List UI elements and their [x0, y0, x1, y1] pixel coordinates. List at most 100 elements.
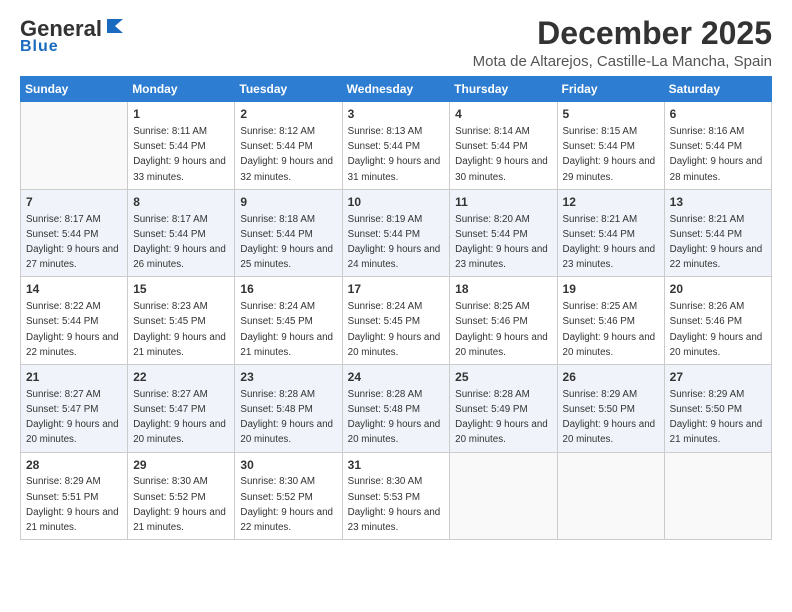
calendar-cell: 2Sunrise: 8:12 AMSunset: 5:44 PMDaylight…	[235, 102, 342, 190]
location: Mota de Altarejos, Castille-La Mancha, S…	[473, 53, 772, 70]
day-number: 6	[670, 106, 766, 123]
calendar-week-row: 28 Sunrise: 8:29 AMSunset: 5:51 PMDayligh…	[21, 452, 772, 540]
calendar-cell: 24 Sunrise: 8:28 AMSunset: 5:48 PMDayligh…	[342, 365, 450, 453]
day-number: 22	[133, 369, 229, 386]
calendar-cell: 21 Sunrise: 8:27 AMSunset: 5:47 PMDayligh…	[21, 365, 128, 453]
logo-flag-icon	[105, 15, 127, 37]
day-info: Sunrise: 8:25 AMSunset: 5:46 PMDaylight:…	[563, 301, 656, 358]
day-info: Sunrise: 8:21 AMSunset: 5:44 PMDaylight:…	[670, 214, 763, 271]
logo: General Blue	[20, 16, 127, 56]
header: General Blue December 2025 Mota de Altar…	[20, 16, 772, 70]
calendar-week-row: 1 Sunrise: 8:11 AMSunset: 5:44 PMDaylight…	[21, 102, 772, 190]
day-number: 25	[455, 369, 551, 386]
calendar-week-row: 7 Sunrise: 8:17 AMSunset: 5:44 PMDaylight…	[21, 189, 772, 277]
day-info: Sunrise: 8:28 AMSunset: 5:49 PMDaylight:…	[455, 389, 548, 446]
day-info: Sunrise: 8:23 AMSunset: 5:45 PMDaylight:…	[133, 301, 226, 358]
day-info: Sunrise: 8:29 AMSunset: 5:50 PMDaylight:…	[563, 389, 656, 446]
day-number: 26	[563, 369, 659, 386]
day-number: 20	[670, 281, 766, 298]
calendar-cell: 14 Sunrise: 8:22 AMSunset: 5:44 PMDayligh…	[21, 277, 128, 365]
day-info: Sunrise: 8:21 AMSunset: 5:44 PMDaylight:…	[563, 214, 656, 271]
day-info: Sunrise: 8:18 AMSunset: 5:44 PMDaylight:…	[240, 214, 333, 271]
day-number: 7	[26, 194, 122, 211]
day-number: 11	[455, 194, 551, 211]
day-info: Sunrise: 8:24 AMSunset: 5:45 PMDaylight:…	[348, 301, 441, 358]
day-info: Sunrise: 8:30 AMSunset: 5:52 PMDaylight:…	[133, 476, 226, 533]
day-info: Sunrise: 8:22 AMSunset: 5:44 PMDaylight:…	[26, 301, 119, 358]
day-info: Sunrise: 8:12 AMSunset: 5:44 PMDaylight:…	[240, 126, 333, 183]
col-wednesday: Wednesday	[342, 77, 450, 102]
day-number: 18	[455, 281, 551, 298]
col-saturday: Saturday	[664, 77, 771, 102]
col-friday: Friday	[557, 77, 664, 102]
calendar-cell: 30 Sunrise: 8:30 AMSunset: 5:52 PMDayligh…	[235, 452, 342, 540]
day-number: 21	[26, 369, 122, 386]
day-info: Sunrise: 8:27 AMSunset: 5:47 PMDaylight:…	[133, 389, 226, 446]
day-number: 14	[26, 281, 122, 298]
calendar-cell: 28 Sunrise: 8:29 AMSunset: 5:51 PMDayligh…	[21, 452, 128, 540]
calendar: Sunday Monday Tuesday Wednesday Thursday…	[20, 76, 772, 540]
calendar-cell: 26 Sunrise: 8:29 AMSunset: 5:50 PMDayligh…	[557, 365, 664, 453]
calendar-cell	[450, 452, 557, 540]
day-number: 27	[670, 369, 766, 386]
day-info: Sunrise: 8:19 AMSunset: 5:44 PMDaylight:…	[348, 214, 441, 271]
day-number: 4	[455, 106, 551, 123]
calendar-cell: 29 Sunrise: 8:30 AMSunset: 5:52 PMDayligh…	[128, 452, 235, 540]
col-sunday: Sunday	[21, 77, 128, 102]
calendar-cell: 23Sunrise: 8:28 AMSunset: 5:48 PMDayligh…	[235, 365, 342, 453]
day-info: Sunrise: 8:30 AMSunset: 5:52 PMDaylight:…	[240, 476, 333, 533]
day-number: 28	[26, 457, 122, 474]
calendar-cell: 27Sunrise: 8:29 AMSunset: 5:50 PMDayligh…	[664, 365, 771, 453]
day-number: 13	[670, 194, 766, 211]
calendar-cell: 17Sunrise: 8:24 AMSunset: 5:45 PMDayligh…	[342, 277, 450, 365]
day-info: Sunrise: 8:14 AMSunset: 5:44 PMDaylight:…	[455, 126, 548, 183]
calendar-cell: 5Sunrise: 8:15 AMSunset: 5:44 PMDaylight…	[557, 102, 664, 190]
day-info: Sunrise: 8:26 AMSunset: 5:46 PMDaylight:…	[670, 301, 763, 358]
day-info: Sunrise: 8:24 AMSunset: 5:45 PMDaylight:…	[240, 301, 333, 358]
day-number: 12	[563, 194, 659, 211]
calendar-cell: 12 Sunrise: 8:21 AMSunset: 5:44 PMDayligh…	[557, 189, 664, 277]
day-info: Sunrise: 8:25 AMSunset: 5:46 PMDaylight:…	[455, 301, 548, 358]
calendar-cell	[557, 452, 664, 540]
day-number: 16	[240, 281, 336, 298]
col-tuesday: Tuesday	[235, 77, 342, 102]
calendar-cell: 13 Sunrise: 8:21 AMSunset: 5:44 PMDayligh…	[664, 189, 771, 277]
calendar-cell	[664, 452, 771, 540]
day-number: 24	[348, 369, 445, 386]
day-number: 29	[133, 457, 229, 474]
calendar-cell: 7Sunrise: 8:17 AMSunset: 5:44 PMDaylight…	[21, 189, 128, 277]
day-number: 10	[348, 194, 445, 211]
calendar-cell: 11 Sunrise: 8:20 AMSunset: 5:44 PMDayligh…	[450, 189, 557, 277]
logo-blue-text: Blue	[20, 38, 59, 55]
calendar-cell: 1 Sunrise: 8:11 AMSunset: 5:44 PMDaylight…	[128, 102, 235, 190]
calendar-cell: 8 Sunrise: 8:17 AMSunset: 5:44 PMDaylight…	[128, 189, 235, 277]
calendar-cell	[21, 102, 128, 190]
day-info: Sunrise: 8:30 AMSunset: 5:53 PMDaylight:…	[348, 476, 441, 533]
calendar-cell: 10 Sunrise: 8:19 AMSunset: 5:44 PMDayligh…	[342, 189, 450, 277]
day-info: Sunrise: 8:13 AMSunset: 5:44 PMDaylight:…	[348, 126, 441, 183]
day-number: 3	[348, 106, 445, 123]
calendar-cell: 15Sunrise: 8:23 AMSunset: 5:45 PMDayligh…	[128, 277, 235, 365]
day-info: Sunrise: 8:28 AMSunset: 5:48 PMDaylight:…	[240, 389, 333, 446]
day-number: 19	[563, 281, 659, 298]
day-info: Sunrise: 8:16 AMSunset: 5:44 PMDaylight:…	[670, 126, 763, 183]
calendar-cell: 22 Sunrise: 8:27 AMSunset: 5:47 PMDayligh…	[128, 365, 235, 453]
day-info: Sunrise: 8:28 AMSunset: 5:48 PMDaylight:…	[348, 389, 441, 446]
day-info: Sunrise: 8:17 AMSunset: 5:44 PMDaylight:…	[133, 214, 226, 271]
calendar-cell: 9Sunrise: 8:18 AMSunset: 5:44 PMDaylight…	[235, 189, 342, 277]
day-info: Sunrise: 8:20 AMSunset: 5:44 PMDaylight:…	[455, 214, 548, 271]
day-number: 30	[240, 457, 336, 474]
calendar-cell: 6 Sunrise: 8:16 AMSunset: 5:44 PMDaylight…	[664, 102, 771, 190]
calendar-cell: 31Sunrise: 8:30 AMSunset: 5:53 PMDayligh…	[342, 452, 450, 540]
day-info: Sunrise: 8:27 AMSunset: 5:47 PMDaylight:…	[26, 389, 119, 446]
calendar-cell: 20 Sunrise: 8:26 AMSunset: 5:46 PMDayligh…	[664, 277, 771, 365]
day-number: 1	[133, 106, 229, 123]
calendar-cell: 19 Sunrise: 8:25 AMSunset: 5:46 PMDayligh…	[557, 277, 664, 365]
calendar-cell: 16 Sunrise: 8:24 AMSunset: 5:45 PMDayligh…	[235, 277, 342, 365]
day-info: Sunrise: 8:29 AMSunset: 5:51 PMDaylight:…	[26, 476, 119, 533]
calendar-header-row: Sunday Monday Tuesday Wednesday Thursday…	[21, 77, 772, 102]
day-number: 8	[133, 194, 229, 211]
col-thursday: Thursday	[450, 77, 557, 102]
calendar-cell: 25 Sunrise: 8:28 AMSunset: 5:49 PMDayligh…	[450, 365, 557, 453]
day-info: Sunrise: 8:11 AMSunset: 5:44 PMDaylight:…	[133, 126, 226, 183]
